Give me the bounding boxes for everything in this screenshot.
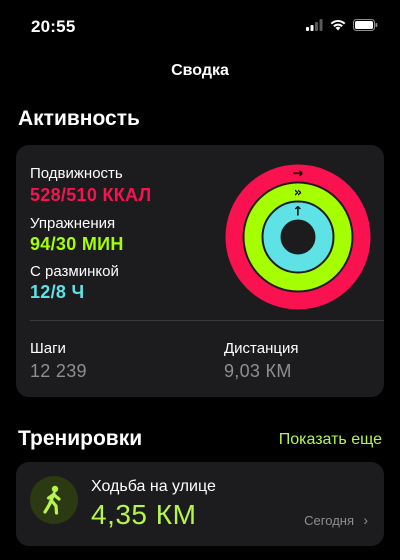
wifi-icon xyxy=(330,19,346,31)
show-more-link[interactable]: Показать еще xyxy=(279,431,382,449)
workout-date: Сегодня xyxy=(304,513,354,528)
move-value: 528/510 ККАЛ xyxy=(30,185,152,205)
workout-distance: 4,35 КМ xyxy=(91,499,197,530)
status-time: 20:55 xyxy=(31,17,76,36)
distance-value: 9,03 КМ xyxy=(224,361,292,381)
move-ring-end-cap xyxy=(303,166,321,184)
activity-card[interactable]: Подвижность 528/510 ККАЛ Упражнения 94/3… xyxy=(16,145,384,397)
cellular-signal-icon xyxy=(306,19,323,31)
steps-value: 12 239 xyxy=(30,361,87,381)
distance-label: Дистанция xyxy=(224,340,299,357)
workout-card[interactable]: Ходьба на улице 4,35 КМ Сегодня › xyxy=(16,462,384,546)
status-icons xyxy=(306,19,378,31)
move-ring-arrow-icon: → xyxy=(293,167,304,182)
nav-title: Сводка xyxy=(171,62,229,79)
stand-label: С разминкой xyxy=(30,263,119,280)
activity-rings: → » ↑ xyxy=(225,164,371,310)
exercise-value: 94/30 МИН xyxy=(30,234,124,254)
status-bar: 20:55 xyxy=(0,0,400,50)
stand-value: 12/8 Ч xyxy=(30,282,85,302)
exercise-ring-arrow-icon: » xyxy=(294,186,302,201)
activity-divider xyxy=(30,320,384,321)
steps-label: Шаги xyxy=(30,340,66,357)
battery-icon xyxy=(353,19,378,31)
stand-ring-arrow-icon: ↑ xyxy=(293,205,304,220)
exercise-label: Упражнения xyxy=(30,215,116,232)
workout-name: Ходьба на улице xyxy=(91,478,216,495)
activity-section-title: Активность xyxy=(18,107,140,130)
move-label: Подвижность xyxy=(30,165,123,182)
walking-figure-icon xyxy=(30,476,78,524)
workouts-section-title: Тренировки xyxy=(18,427,143,450)
stand-ring-end-cap xyxy=(289,254,307,272)
chevron-right-icon: › xyxy=(363,512,368,528)
